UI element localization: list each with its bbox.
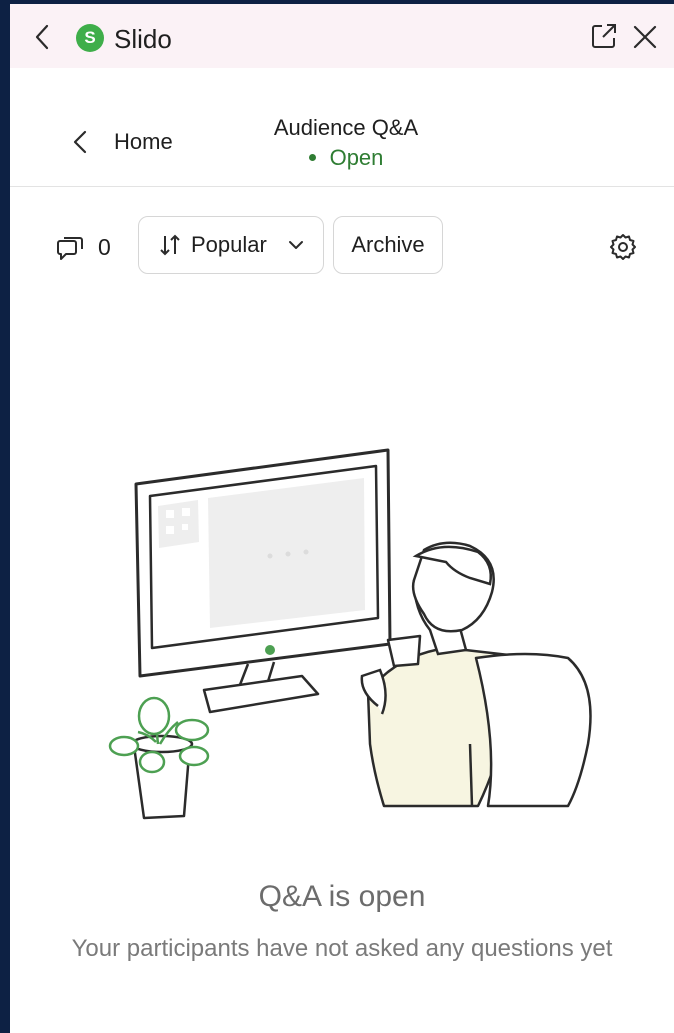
sort-label: Popular bbox=[191, 232, 267, 257]
sort-dropdown-button[interactable]: Popular bbox=[138, 216, 324, 274]
person-illustration bbox=[360, 541, 592, 808]
slido-window: S Slido Home Audience Q&A Open 0 Popular… bbox=[10, 4, 674, 1033]
external-link-icon[interactable] bbox=[590, 22, 618, 50]
app-title: Slido bbox=[114, 24, 172, 54]
monitor-illustration bbox=[134, 448, 392, 714]
question-count: 0 bbox=[98, 234, 111, 260]
qa-toolbar: 0 Popular Archive bbox=[10, 216, 674, 276]
status-dot-icon bbox=[308, 153, 316, 161]
chevron-left-icon[interactable] bbox=[70, 128, 90, 156]
session-header: Home Audience Q&A Open bbox=[10, 68, 674, 187]
gear-icon[interactable] bbox=[608, 232, 638, 262]
home-link[interactable]: Home bbox=[114, 128, 173, 156]
plant-illustration bbox=[108, 696, 210, 820]
status-label: Open bbox=[329, 145, 384, 170]
sort-icon bbox=[160, 234, 180, 256]
session-title: Audience Q&A bbox=[273, 115, 419, 140]
archive-button[interactable]: Archive bbox=[333, 216, 443, 274]
empty-state-title: Q&A is open bbox=[258, 880, 426, 913]
comment-icon bbox=[57, 237, 83, 260]
close-icon[interactable] bbox=[632, 24, 658, 50]
titlebar: S Slido bbox=[10, 4, 674, 68]
session-status: Open bbox=[246, 144, 446, 172]
empty-state-illustration bbox=[108, 448, 592, 820]
empty-state-subtitle: Your participants have not asked any que… bbox=[71, 935, 613, 962]
chevron-down-icon bbox=[289, 241, 303, 249]
chevron-left-icon[interactable] bbox=[30, 22, 56, 52]
slido-logo: S bbox=[76, 24, 104, 52]
